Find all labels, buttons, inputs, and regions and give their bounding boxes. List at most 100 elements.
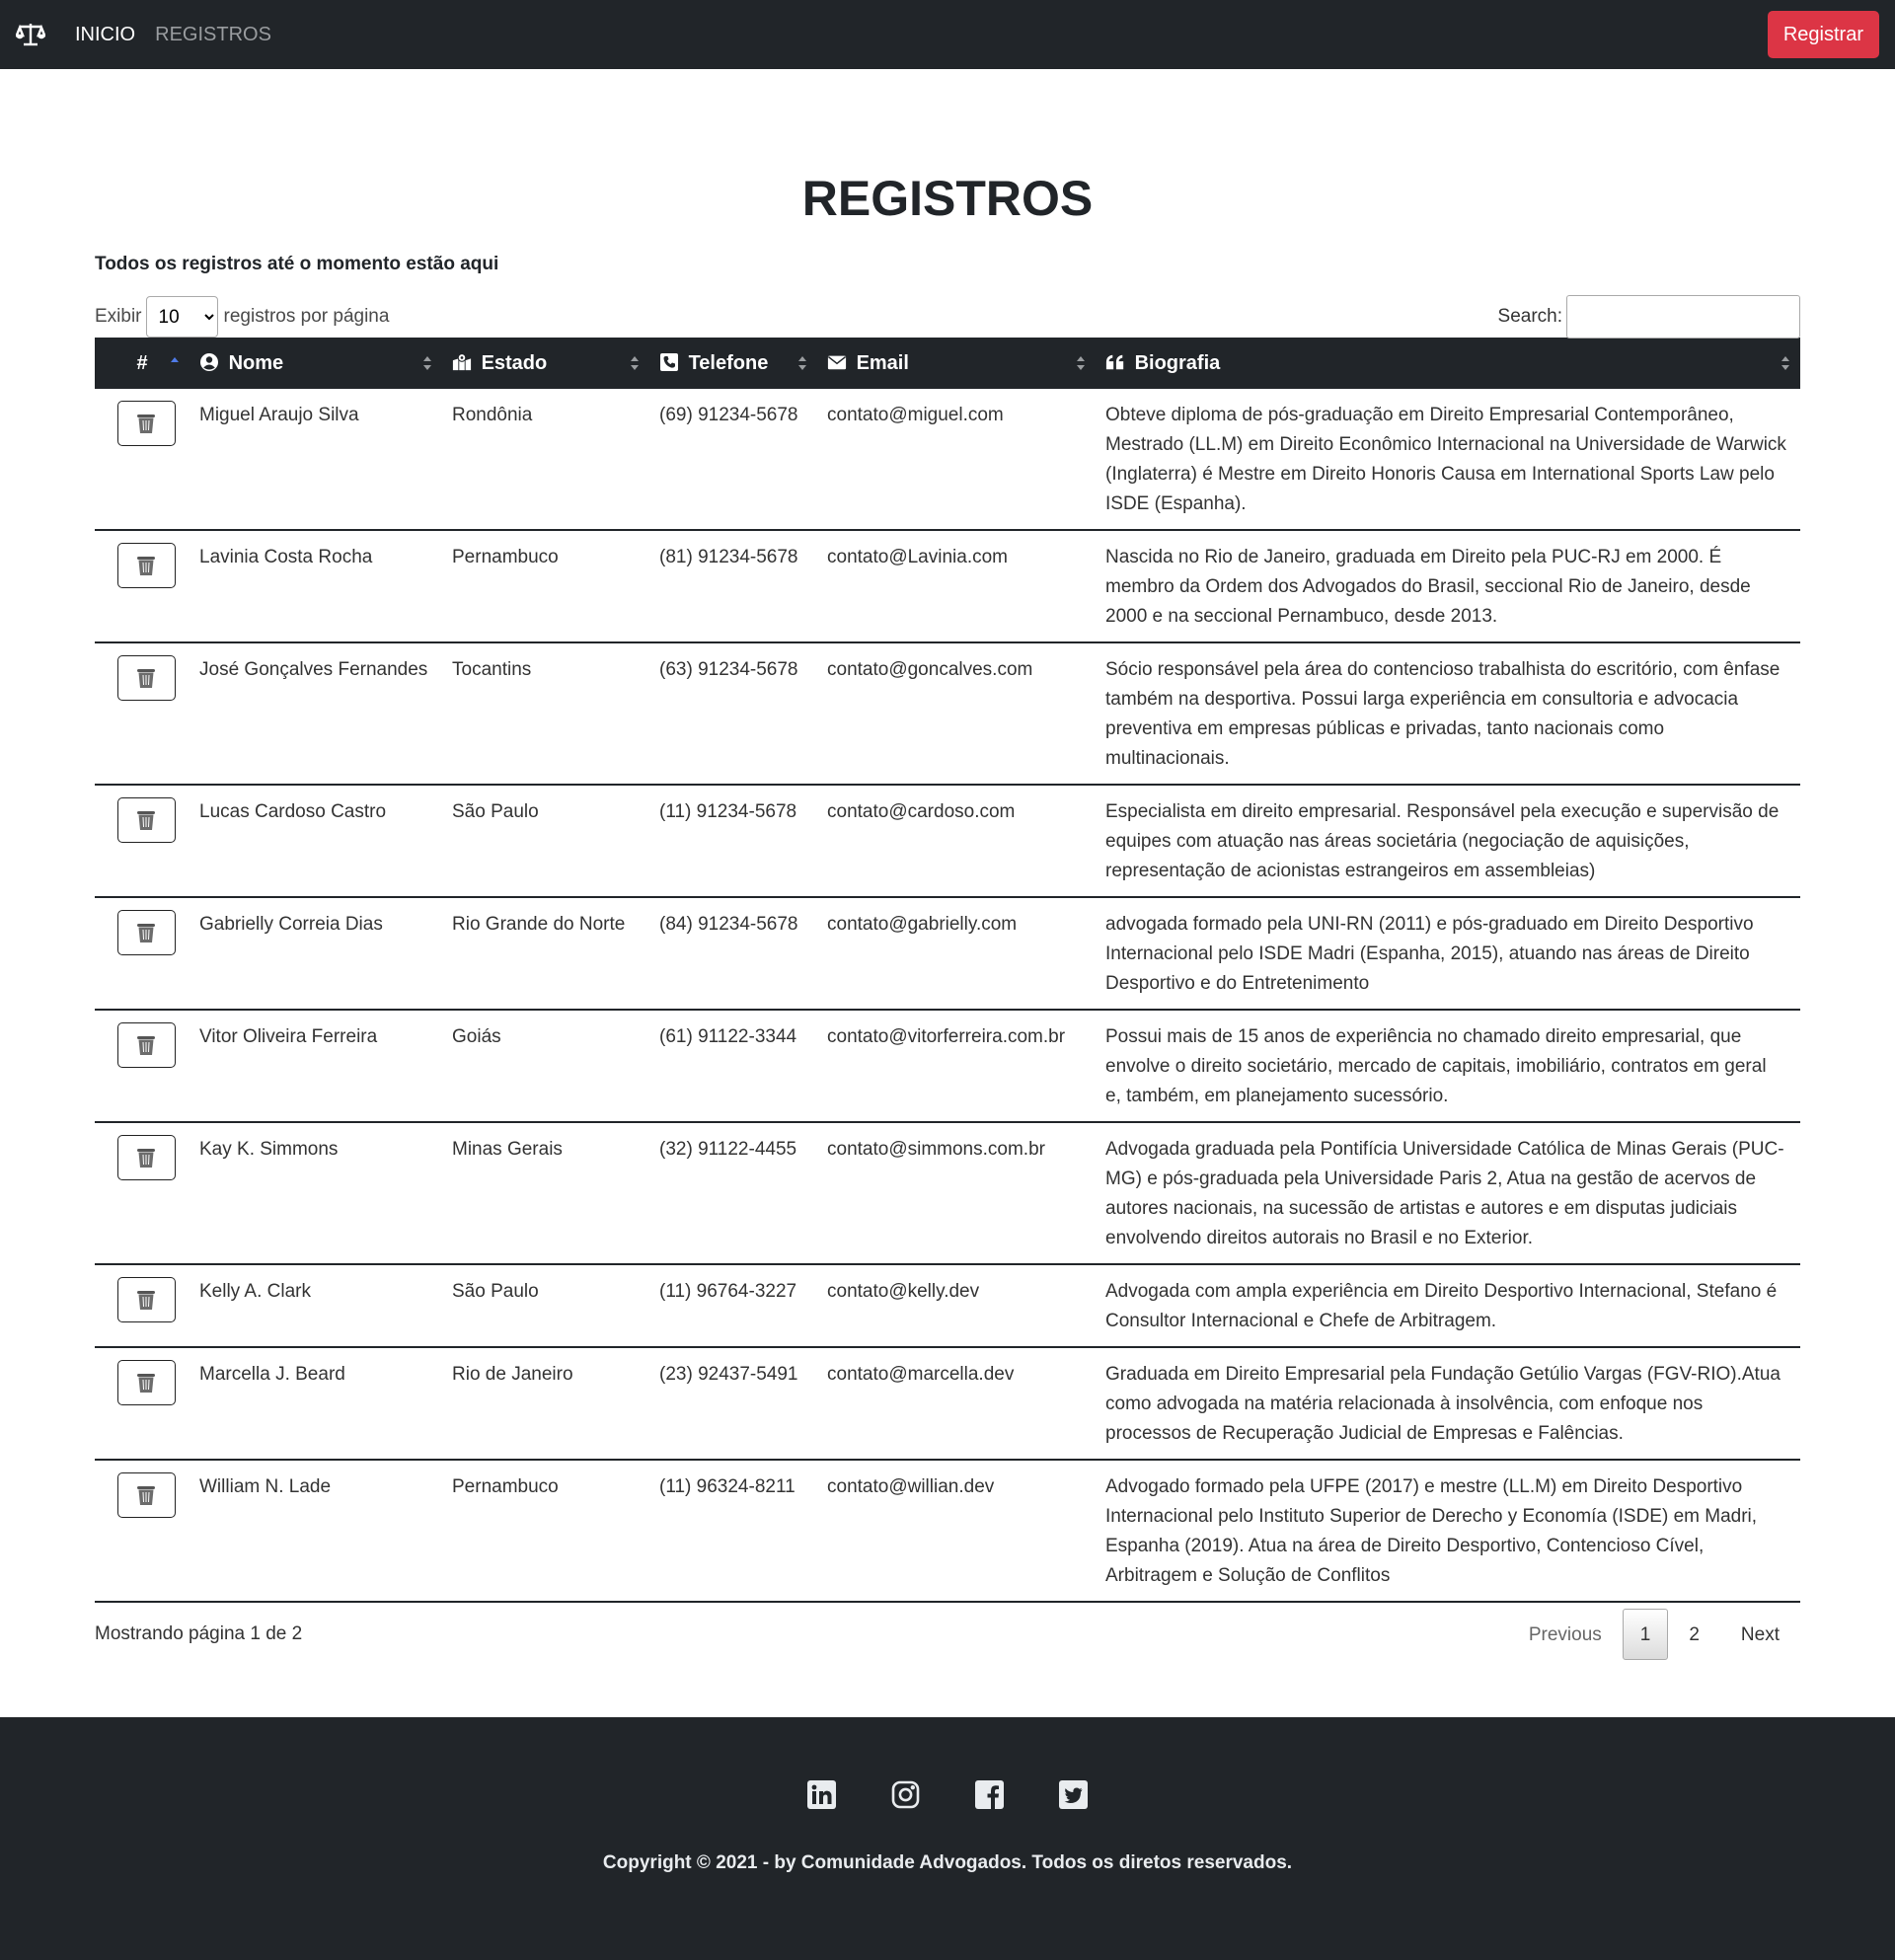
- table-row: Vitor Oliveira Ferreira Goiás (61) 91122…: [95, 1010, 1800, 1122]
- user-circle-icon: [200, 352, 218, 371]
- column-header-id-label: #: [136, 351, 148, 374]
- cell-telefone: (69) 91234-5678: [659, 405, 798, 425]
- page-length-select[interactable]: 10: [145, 296, 218, 338]
- delete-button[interactable]: [116, 1022, 176, 1068]
- trash-can-icon: [137, 1036, 155, 1055]
- trash-can-icon: [137, 557, 155, 575]
- sort-asc-icon: [171, 357, 179, 362]
- cell-biografia: Advogado formado pela UFPE (2017) e mest…: [1105, 1476, 1758, 1586]
- cell-nome: Marcella J. Beard: [199, 1364, 345, 1385]
- cell-biografia: Graduada em Direito Empresarial pela Fun…: [1105, 1364, 1781, 1444]
- row-action-cell: [95, 1460, 190, 1602]
- trash-can-icon: [137, 415, 155, 433]
- row-action-cell: [95, 1264, 190, 1347]
- nav-link-inicio[interactable]: INICIO: [75, 24, 135, 46]
- search-control: Search:: [1498, 295, 1800, 339]
- sort-both-icon: [798, 356, 806, 370]
- page-1-button[interactable]: 1: [1622, 1609, 1669, 1660]
- twitter-icon[interactable]: [1059, 1780, 1088, 1809]
- column-header-estado-label: Estado: [481, 351, 548, 374]
- column-header-id[interactable]: #: [95, 338, 190, 389]
- page-footer: Copyright © 2021 - by Comunidade Advogad…: [0, 1717, 1895, 1960]
- sort-both-icon: [1077, 356, 1085, 370]
- column-header-estado[interactable]: Estado: [442, 338, 649, 389]
- column-header-biografia[interactable]: Biografia: [1096, 338, 1800, 389]
- length-suffix: registros por página: [223, 306, 390, 327]
- search-input[interactable]: [1566, 295, 1800, 339]
- sort-both-icon: [631, 356, 639, 370]
- register-button[interactable]: Registrar: [1767, 11, 1879, 58]
- row-action-cell: [95, 1347, 190, 1460]
- table-row: Lucas Cardoso Castro São Paulo (11) 9123…: [95, 785, 1800, 897]
- table-row: Miguel Araujo Silva Rondônia (69) 91234-…: [95, 389, 1800, 530]
- delete-button[interactable]: [116, 543, 176, 588]
- cell-nome: Lavinia Costa Rocha: [199, 547, 373, 567]
- pagination: Previous 1 2 Next: [1508, 1609, 1800, 1660]
- delete-button[interactable]: [116, 1472, 176, 1518]
- column-header-telefone[interactable]: Telefone: [649, 338, 817, 389]
- cell-nome: Vitor Oliveira Ferreira: [199, 1026, 378, 1047]
- page-subtitle: Todos os registros até o momento estão a…: [95, 254, 499, 274]
- delete-button[interactable]: [116, 1277, 176, 1322]
- cell-telefone: (84) 91234-5678: [659, 914, 798, 935]
- table-controls: Exibir 10 registros por página Search:: [95, 295, 1800, 339]
- cell-email: contato@gabrielly.com: [827, 914, 1018, 935]
- delete-button[interactable]: [116, 401, 176, 446]
- column-header-telefone-label: Telefone: [688, 351, 769, 374]
- row-action-cell: [95, 1122, 190, 1264]
- cell-email: contato@marcella.dev: [827, 1364, 1015, 1385]
- delete-button[interactable]: [116, 1360, 176, 1405]
- instagram-icon[interactable]: [891, 1780, 920, 1809]
- table-head: # Nome Estado Telefone Email Biografia: [95, 338, 1800, 389]
- cell-estado: Rio Grande do Norte: [452, 914, 626, 935]
- table-footer: Mostrando página 1 de 2 Previous 1 2 Nex…: [95, 1609, 1800, 1660]
- cell-email: contato@simmons.com.br: [827, 1139, 1045, 1160]
- cell-biografia: Advogada graduada pela Pontifícia Univer…: [1105, 1139, 1784, 1248]
- table-row: William N. Lade Pernambuco (11) 96324-82…: [95, 1460, 1800, 1602]
- next-page-button[interactable]: Next: [1720, 1609, 1800, 1660]
- column-header-email-label: Email: [856, 351, 909, 374]
- sort-both-icon: [1781, 356, 1789, 370]
- cell-estado: Rio de Janeiro: [452, 1364, 573, 1385]
- cell-estado: Tocantins: [452, 659, 532, 680]
- cell-nome: William N. Lade: [199, 1476, 332, 1497]
- row-action-cell: [95, 642, 190, 785]
- copyright-text: Copyright © 2021 - by Comunidade Advogad…: [602, 1852, 1293, 1873]
- table-row: Kelly A. Clark São Paulo (11) 96764-3227…: [95, 1264, 1800, 1347]
- delete-button[interactable]: [116, 910, 176, 955]
- page-2-button[interactable]: 2: [1668, 1609, 1720, 1660]
- row-action-cell: [95, 530, 190, 642]
- scale-balance-icon[interactable]: [16, 20, 45, 49]
- linkedin-icon[interactable]: [807, 1780, 836, 1809]
- cell-email: contato@willian.dev: [827, 1476, 995, 1497]
- cell-telefone: (11) 96764-3227: [659, 1281, 797, 1302]
- page-length-control: Exibir 10 registros por página: [95, 296, 389, 338]
- facebook-icon[interactable]: [975, 1780, 1004, 1809]
- previous-page-button[interactable]: Previous: [1508, 1609, 1623, 1660]
- cell-email: contato@Lavinia.com: [827, 547, 1008, 567]
- cell-email: contato@goncalves.com: [827, 659, 1033, 680]
- delete-button[interactable]: [116, 655, 176, 701]
- cell-estado: Goiás: [452, 1026, 501, 1047]
- pagination-info: Mostrando página 1 de 2: [95, 1623, 303, 1644]
- cell-telefone: (11) 96324-8211: [659, 1476, 796, 1497]
- cell-telefone: (81) 91234-5678: [659, 547, 798, 567]
- cell-email: contato@vitorferreira.com.br: [827, 1026, 1066, 1047]
- delete-button[interactable]: [116, 797, 176, 843]
- trash-can-icon: [137, 1291, 155, 1310]
- row-action-cell: [95, 897, 190, 1010]
- search-label: Search:: [1497, 306, 1562, 327]
- cell-estado: Pernambuco: [452, 1476, 559, 1497]
- column-header-email[interactable]: Email: [817, 338, 1096, 389]
- nav-link-registros[interactable]: REGISTROS: [155, 24, 271, 46]
- table-row: Lavinia Costa Rocha Pernambuco (81) 9123…: [95, 530, 1800, 642]
- cell-biografia: advogada formado pela UNI-RN (2011) e pó…: [1105, 914, 1754, 994]
- sort-both-icon: [423, 356, 431, 370]
- records-table: # Nome Estado Telefone Email Biografia M…: [95, 338, 1800, 1603]
- delete-button[interactable]: [116, 1135, 176, 1180]
- cell-nome: Lucas Cardoso Castro: [199, 801, 387, 822]
- cell-estado: Minas Gerais: [452, 1139, 563, 1160]
- row-action-cell: [95, 785, 190, 897]
- column-header-nome[interactable]: Nome: [190, 338, 442, 389]
- trash-can-icon: [137, 1374, 155, 1393]
